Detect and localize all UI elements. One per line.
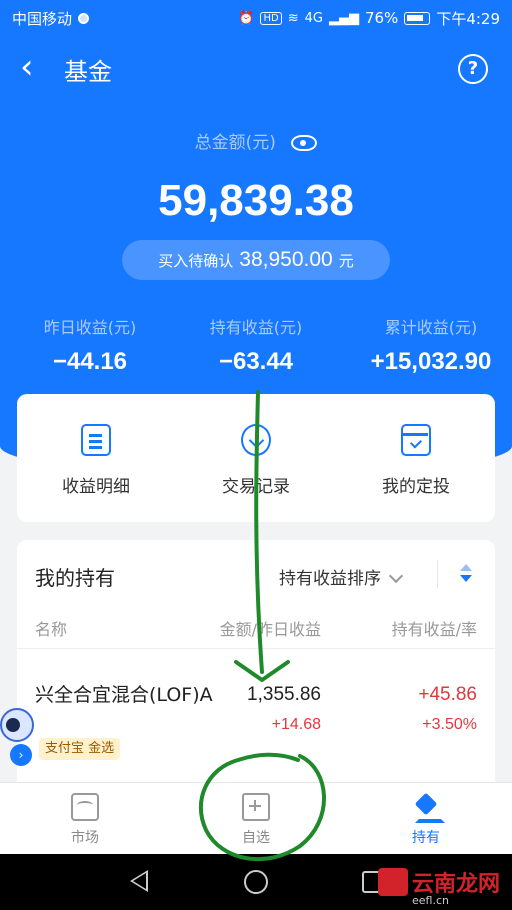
fund-holding-profit: +45.86 [418, 684, 477, 705]
mascot-eye [6, 718, 20, 732]
market-icon [71, 793, 99, 821]
pending-label: 买入待确认 [158, 251, 234, 270]
action-label: 我的定投 [382, 477, 450, 497]
clock-time: 下午4:29 [436, 9, 500, 28]
sort-dropdown[interactable]: 持有收益排序 [279, 564, 404, 589]
divider [437, 560, 438, 588]
holdings-title: 我的持有 [35, 566, 115, 590]
back-button[interactable]: ‹ [20, 50, 50, 86]
nav-bar: ‹ 基金 ? [0, 36, 512, 100]
tab-label: 持有 [412, 830, 440, 846]
stat-value: +15,032.90 [370, 348, 492, 375]
play-icon: › [10, 744, 32, 766]
pending-confirm-pill[interactable]: 买入待确认 38,950.00 元 [122, 240, 390, 280]
clock-icon [241, 424, 271, 456]
action-label: 交易记录 [222, 477, 290, 497]
eye-icon[interactable] [291, 135, 318, 151]
fund-daily-profit: +14.68 [271, 716, 321, 733]
stat-value: −44.16 [52, 348, 128, 375]
sort-label: 持有收益排序 [279, 569, 381, 589]
transaction-records-button[interactable]: 交易记录 [181, 424, 331, 497]
network-type: 4G [304, 10, 323, 26]
total-label-row: 总金额(元) [0, 128, 512, 153]
battery-icon [404, 11, 431, 25]
signal-icon: ▂▄▆ [328, 10, 359, 26]
alarm-icon: ⏰ [238, 10, 255, 26]
pending-amount: 38,950.00 [239, 248, 333, 271]
stat-yesterday: 昨日收益(元) −44.16 [20, 314, 160, 376]
column-header-profit: 持有收益/率 [391, 620, 477, 639]
stat-holding: 持有收益(元) −63.44 [186, 314, 326, 376]
watermark-url: eefl.cn [412, 894, 449, 907]
tab-watchlist[interactable]: 自选 [206, 793, 306, 847]
divider [17, 648, 495, 649]
holdings-card: 我的持有 持有收益排序 名称 金额/昨日收益 持有收益/率 兴全合宜混合(LOF… [17, 540, 495, 800]
fund-badge: 支付宝 金选 [39, 738, 121, 760]
tab-label: 市场 [71, 830, 99, 846]
stat-label: 累计收益(元) [384, 318, 478, 337]
stat-cumulative: 累计收益(元) +15,032.90 [356, 314, 506, 376]
total-amount: 59,839.38 [158, 176, 354, 225]
tab-market[interactable]: 市场 [35, 793, 135, 847]
column-header-amount: 金额/昨日收益 [219, 620, 321, 639]
battery-percent: 76% [364, 9, 399, 27]
stat-value: −63.44 [218, 348, 294, 375]
sort-order-icon[interactable] [459, 564, 473, 586]
watermark: 云南龙网 eefl.cn [372, 864, 512, 910]
assistant-mascot[interactable]: › [0, 698, 40, 766]
fund-name: 兴全合宜混合(LOF)A [35, 684, 213, 706]
auto-invest-button[interactable]: 我的定投 [341, 424, 491, 497]
chevron-down-icon [388, 568, 404, 584]
tab-label: 自选 [242, 830, 270, 846]
pending-unit: 元 [338, 251, 354, 270]
fund-profit-rate: +3.50% [422, 716, 477, 733]
fund-amount: 1,355.86 [247, 684, 321, 705]
system-back-icon[interactable] [130, 870, 148, 892]
tab-holdings[interactable]: 持有 [376, 793, 476, 847]
bottom-tab-bar: 市场 自选 持有 [0, 782, 512, 854]
system-home-icon[interactable] [244, 870, 268, 894]
watermark-logo-icon [378, 868, 408, 896]
wifi-icon: ≋ [287, 10, 299, 26]
action-label: 收益明细 [62, 477, 130, 497]
calendar-check-icon [401, 424, 431, 456]
document-icon [81, 424, 111, 456]
hd-icon: HD [260, 11, 282, 25]
help-button[interactable]: ? [458, 54, 488, 84]
status-bar: 中国移动 ⏰ HD ≋ 4G ▂▄▆ 76% 下午4:29 [0, 0, 512, 36]
stat-label: 持有收益(元) [209, 318, 303, 337]
stat-label: 昨日收益(元) [43, 318, 137, 337]
column-header-name: 名称 [35, 620, 68, 639]
carrier-name: 中国移动 [12, 9, 73, 28]
layers-icon [412, 793, 445, 823]
watchlist-add-icon [242, 793, 270, 821]
location-icon [78, 12, 90, 24]
page-title: 基金 [64, 58, 112, 86]
earnings-detail-button[interactable]: 收益明细 [21, 424, 171, 497]
total-label: 总金额(元) [194, 133, 276, 153]
action-card: 收益明细 交易记录 我的定投 [17, 394, 495, 522]
